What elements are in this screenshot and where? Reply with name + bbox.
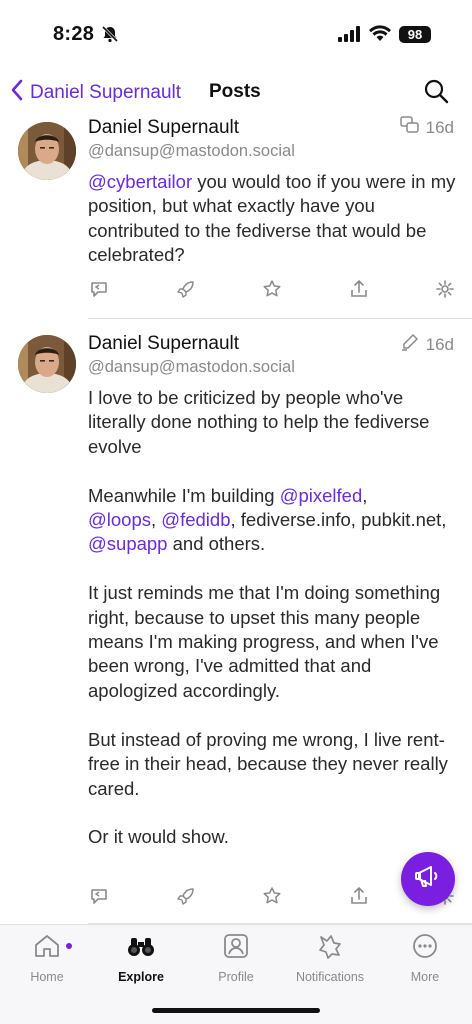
- mention-link[interactable]: @supapp: [88, 533, 167, 554]
- pencil-icon: [400, 332, 420, 357]
- post-timestamp: 16d: [425, 117, 454, 137]
- status-time: 8:28: [53, 23, 95, 45]
- star-icon[interactable]: [261, 885, 283, 907]
- notifications-icon: [316, 933, 344, 964]
- avatar[interactable]: [18, 335, 76, 393]
- home-icon: [33, 933, 61, 964]
- tab-more-label: More: [410, 970, 440, 984]
- compose-button[interactable]: [401, 852, 455, 906]
- tab-explore-label: Explore: [118, 970, 164, 984]
- post-text: , fediverse.info, pubkit.net,: [230, 509, 452, 531]
- post-handle: @dansup@mastodon.social: [88, 142, 295, 160]
- chevron-left-icon: [10, 78, 24, 107]
- back-label: Daniel Supernault: [30, 81, 182, 103]
- post-timestamp: 16d: [425, 334, 454, 354]
- tab-profile[interactable]: Profile: [189, 933, 283, 984]
- mention-link[interactable]: @pixelfed: [280, 485, 363, 506]
- post-actions: [88, 884, 456, 908]
- unread-dot: [66, 943, 72, 949]
- post-text: and others. It just reminds me that I'm …: [88, 533, 448, 848]
- mention-link[interactable]: @loops: [88, 509, 151, 530]
- tab-notifications[interactable]: Notifications: [283, 933, 377, 984]
- tab-home[interactable]: Home: [0, 933, 94, 984]
- share-icon[interactable]: [348, 278, 370, 300]
- home-indicator: [152, 1008, 320, 1013]
- reply-icon[interactable]: [88, 278, 110, 300]
- post-author[interactable]: Daniel Supernault: [88, 333, 239, 355]
- post-feed[interactable]: Daniel Supernault @dansup@mastodon.socia…: [0, 114, 472, 924]
- avatar[interactable]: [18, 122, 76, 180]
- tab-notifications-label: Notifications: [295, 970, 365, 984]
- mention-link[interactable]: @fedidb: [161, 509, 230, 530]
- gear-icon[interactable]: [434, 278, 456, 300]
- page-title: Posts: [209, 81, 261, 102]
- cellular-signal-icon: [338, 26, 362, 47]
- post-meta: 16d: [400, 332, 454, 357]
- post-text: ,: [151, 509, 162, 531]
- post-actions: [88, 277, 456, 301]
- post[interactable]: Daniel Supernault @dansup@mastodon.socia…: [0, 114, 472, 319]
- quote-icon: [399, 116, 420, 139]
- tab-home-label: Home: [30, 970, 64, 984]
- reply-icon[interactable]: [88, 885, 110, 907]
- more-icon: [411, 933, 439, 964]
- boost-rocket-icon[interactable]: [175, 278, 197, 300]
- tab-more[interactable]: More: [378, 933, 472, 984]
- boost-rocket-icon[interactable]: [175, 885, 197, 907]
- post-text: ,: [362, 484, 368, 506]
- nav-bar: Daniel Supernault Posts: [0, 68, 472, 114]
- profile-icon: [222, 933, 250, 964]
- post-content: I love to be criticized by people who've…: [88, 386, 460, 850]
- post-meta: 16d: [399, 116, 454, 139]
- post-text: I love to be criticized by people who've…: [88, 387, 430, 506]
- share-icon[interactable]: [348, 885, 370, 907]
- post[interactable]: Daniel Supernault @dansup@mastodon.socia…: [0, 319, 472, 924]
- search-icon[interactable]: [423, 78, 449, 109]
- status-bar: 8:28 98: [0, 0, 472, 68]
- star-icon[interactable]: [261, 278, 283, 300]
- post-handle: @dansup@mastodon.social: [88, 358, 295, 376]
- tab-explore[interactable]: Explore: [94, 933, 188, 984]
- mention-link[interactable]: @cybertailor: [88, 171, 192, 192]
- bell-muted-icon: [101, 25, 119, 48]
- tab-profile-label: Profile: [218, 970, 254, 984]
- back-button[interactable]: Daniel Supernault: [10, 78, 181, 107]
- wifi-icon: [368, 24, 392, 47]
- post-author[interactable]: Daniel Supernault: [88, 117, 239, 139]
- battery-level: 98: [399, 26, 431, 43]
- post-content: @cybertailor you would too if you were i…: [88, 170, 460, 268]
- binoculars-icon: [126, 933, 156, 964]
- megaphone-icon: [414, 864, 442, 895]
